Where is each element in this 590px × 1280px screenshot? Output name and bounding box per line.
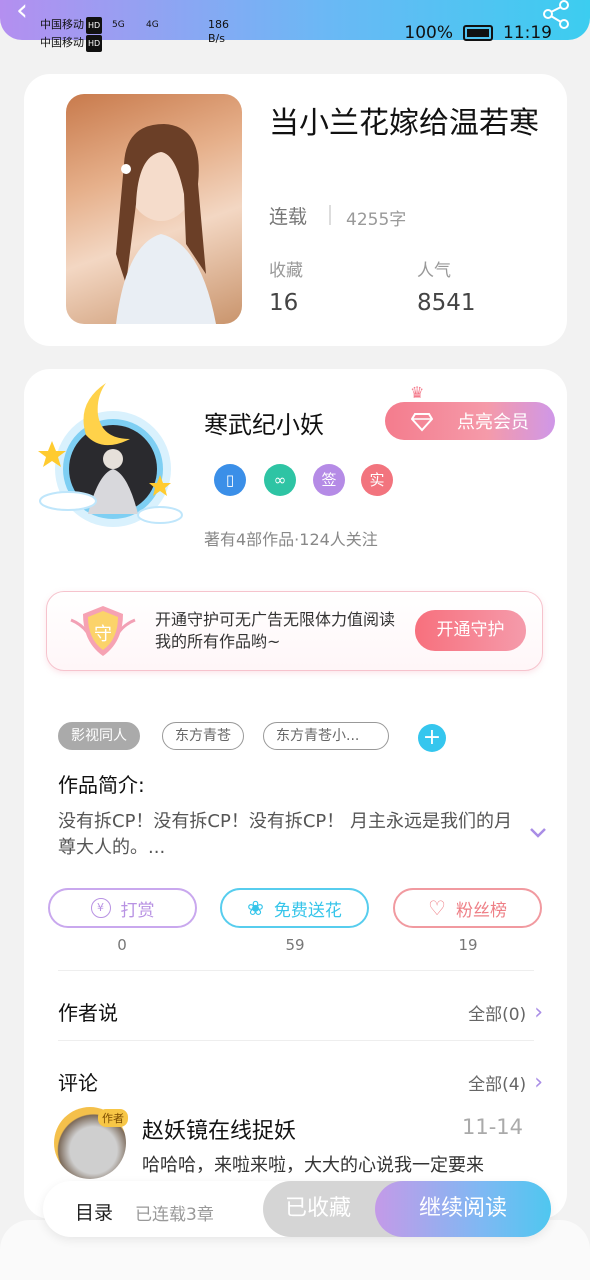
share-icon[interactable] [540, 0, 572, 30]
tag-character-more[interactable]: 东方青苍小... [263, 722, 389, 750]
status-right: 100% 11:19 [404, 23, 552, 43]
intro-heading: 作品简介: [58, 773, 145, 797]
book-cover[interactable] [66, 94, 242, 324]
send-flower-label: 免费送花 [273, 900, 342, 921]
comment-text[interactable]: 哈哈哈，来啦来啦，大大的心说我一定要来 [142, 1151, 542, 1177]
commenter-name[interactable]: 赵妖镜在线捉妖 [142, 1113, 296, 1145]
comments-all-link[interactable]: 全部(4) › [468, 1070, 543, 1095]
chevron-down-icon[interactable] [529, 827, 547, 839]
popularity-value: 8541 [417, 290, 476, 316]
carrier-label: 中国移动 [40, 36, 84, 49]
reward-label: 打赏 [120, 900, 155, 921]
chevron-right-icon: › [534, 1069, 543, 1095]
comment-date: 11-14 [461, 1115, 523, 1139]
open-guard-button[interactable]: 开通守护 [415, 610, 526, 651]
yen-icon: ¥ [90, 898, 111, 918]
signal-5g: 5G [112, 20, 125, 30]
toc-button[interactable]: 目录 [75, 1198, 113, 1225]
phone-icon[interactable]: ▯ [214, 464, 246, 496]
favorites-value: 16 [269, 290, 299, 316]
carrier-label: 中国移动 [40, 18, 84, 31]
author-says-title: 作者说 [58, 1001, 118, 1025]
user-heart-icon: ♡ [428, 896, 446, 920]
tag-character[interactable]: 东方青苍 [162, 722, 244, 750]
guard-banner: 守 开通守护可无广告无限体力值阅读我的所有作品哟~ 开通守护 [46, 591, 543, 671]
flower-icon: ❀ [247, 896, 264, 920]
guard-shield-icon: 守 [70, 606, 136, 656]
battery-percent: 100% [404, 23, 453, 43]
author-stats: 著有4部作品·124人关注 [204, 530, 378, 549]
add-tag-icon[interactable]: + [418, 724, 446, 752]
carrier-info: 中国移动 HD 中国移动 HD [40, 16, 103, 52]
author-card: 寒武纪小妖 ♛ 点亮会员 ▯ ∞ 签 实 著有4部作品·124人关注 守 开通守… [24, 369, 567, 1219]
sign-icon[interactable]: 签 [313, 464, 345, 496]
author-badge: 作者 [98, 1109, 128, 1127]
guard-text: 开通守护可无广告无限体力值阅读我的所有作品哟~ [155, 610, 396, 651]
signal-4g: 4G [146, 20, 159, 30]
send-flower-button[interactable]: ❀ 免费送花 [220, 888, 369, 928]
vip-button-label: 点亮会员 [457, 412, 529, 433]
guard-badge-text: 守 [94, 624, 112, 645]
divider [58, 970, 534, 971]
divider [329, 205, 331, 225]
crown-icon: ♛ [410, 383, 425, 402]
chapter-count: 已连载3章 [135, 1205, 214, 1225]
chevron-right-icon: › [534, 999, 543, 1025]
speed-unit: B/s [208, 32, 225, 45]
hd-badge: HD [86, 35, 103, 52]
favorites-label: 收藏 [269, 261, 303, 281]
vip-button[interactable]: 点亮会员 [385, 402, 555, 440]
divider [58, 1040, 534, 1041]
book-status: 连载 [269, 206, 308, 228]
author-says-all-link[interactable]: 全部(0) › [468, 1000, 543, 1025]
reward-count: 0 [117, 936, 127, 954]
author-says-all-label: 全部(0) [468, 1005, 527, 1025]
network-speed: 186 B/s [208, 18, 229, 46]
tag-film-fanfic[interactable]: 影视同人 [58, 722, 140, 750]
flower-count: 59 [285, 936, 305, 954]
handshake-icon[interactable]: ∞ [264, 464, 296, 496]
favorited-label: 已收藏 [284, 1196, 351, 1221]
status-bar: ‹ 中国移动 HD 中国移动 HD 5G 4G 186 B/s 100% 11:19 [0, 0, 590, 52]
book-title: 当小兰花嫁给温若寒 [269, 106, 539, 141]
comments-title: 评论 [58, 1071, 98, 1095]
fan-count: 19 [458, 936, 478, 954]
reward-button[interactable]: ¥ 打赏 [48, 888, 197, 928]
speed-value: 186 [208, 18, 229, 31]
popularity-label: 人气 [417, 261, 451, 281]
book-info-card: 当小兰花嫁给温若寒 连载 4255字 收藏 16 人气 8541 [24, 74, 567, 346]
fan-ranking-label: 粉丝榜 [455, 900, 507, 921]
battery-icon [463, 25, 493, 41]
commenter-avatar[interactable]: 作者 [54, 1107, 128, 1179]
real-name-icon[interactable]: 实 [361, 464, 393, 496]
comments-all-label: 全部(4) [468, 1075, 527, 1095]
continue-reading-button[interactable]: 继续阅读 [375, 1181, 551, 1237]
hd-badge: HD [86, 17, 103, 34]
fan-ranking-button[interactable]: ♡ 粉丝榜 [393, 888, 542, 928]
diamond-icon [411, 413, 433, 432]
avatar[interactable] [28, 379, 188, 539]
bottom-action-bar: 目录 已连载3章 已收藏 继续阅读 [43, 1181, 551, 1237]
book-word-count: 4255字 [346, 210, 407, 230]
author-name[interactable]: 寒武纪小妖 [204, 405, 324, 440]
intro-text: 没有拆CP！没有拆CP！没有拆CP！ 月主永远是我们的月尊大人的。... [58, 811, 512, 858]
